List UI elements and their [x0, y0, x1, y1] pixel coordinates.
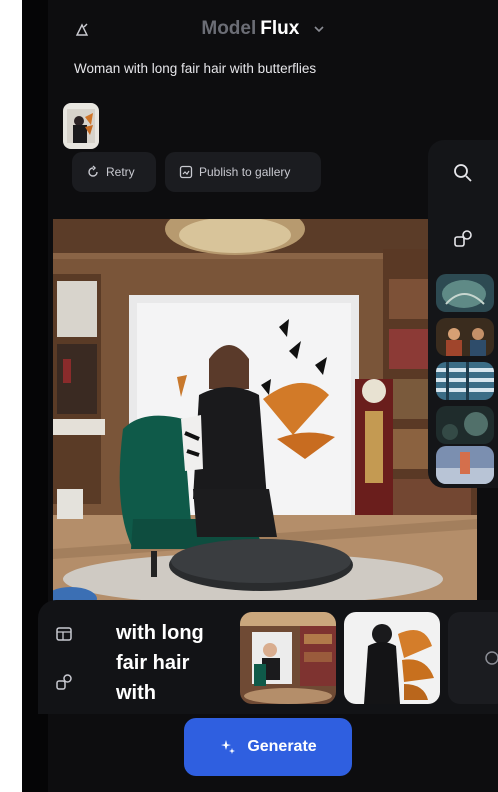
reference-image[interactable] [240, 612, 336, 704]
composer-panel: with long fair hair with [38, 600, 498, 714]
model-label: Model [201, 18, 257, 39]
shapes-icon [56, 674, 72, 690]
generated-image[interactable] [53, 219, 477, 603]
retry-label: Retry [106, 165, 135, 179]
generate-button[interactable]: Generate [184, 718, 352, 776]
layout-button[interactable] [48, 618, 80, 650]
history-thumb[interactable] [436, 362, 494, 400]
shapes-icon[interactable] [452, 228, 474, 250]
publish-icon [179, 165, 193, 179]
history-thumb[interactable] [436, 274, 494, 312]
layout-icon [56, 627, 72, 641]
retry-button[interactable]: Retry [72, 152, 156, 192]
prompt-preview[interactable]: with long fair hair with [116, 618, 224, 708]
reference-image[interactable] [344, 612, 440, 704]
history-thumb[interactable] [436, 446, 494, 484]
sparkle-icon [221, 740, 236, 754]
publish-to-gallery-button[interactable]: Publish to gallery [165, 152, 321, 192]
search-icon[interactable] [452, 162, 474, 184]
add-reference-button[interactable] [448, 612, 498, 704]
reference-thumbnail[interactable] [63, 103, 99, 149]
shapes-button[interactable] [48, 666, 80, 698]
model-selector[interactable]: Model Flux [48, 18, 478, 40]
model-name: Flux [260, 18, 300, 39]
generate-label: Generate [247, 738, 317, 755]
prompt-text: Woman with long fair hair with butterfli… [74, 61, 317, 76]
retry-icon [88, 165, 98, 177]
history-thumb[interactable] [436, 318, 494, 356]
history-thumb[interactable] [436, 406, 494, 444]
chevron-down-icon [314, 26, 324, 33]
header: Model Flux [48, 0, 478, 60]
publish-label: Publish to gallery [199, 165, 291, 179]
side-toolbar [428, 140, 498, 488]
